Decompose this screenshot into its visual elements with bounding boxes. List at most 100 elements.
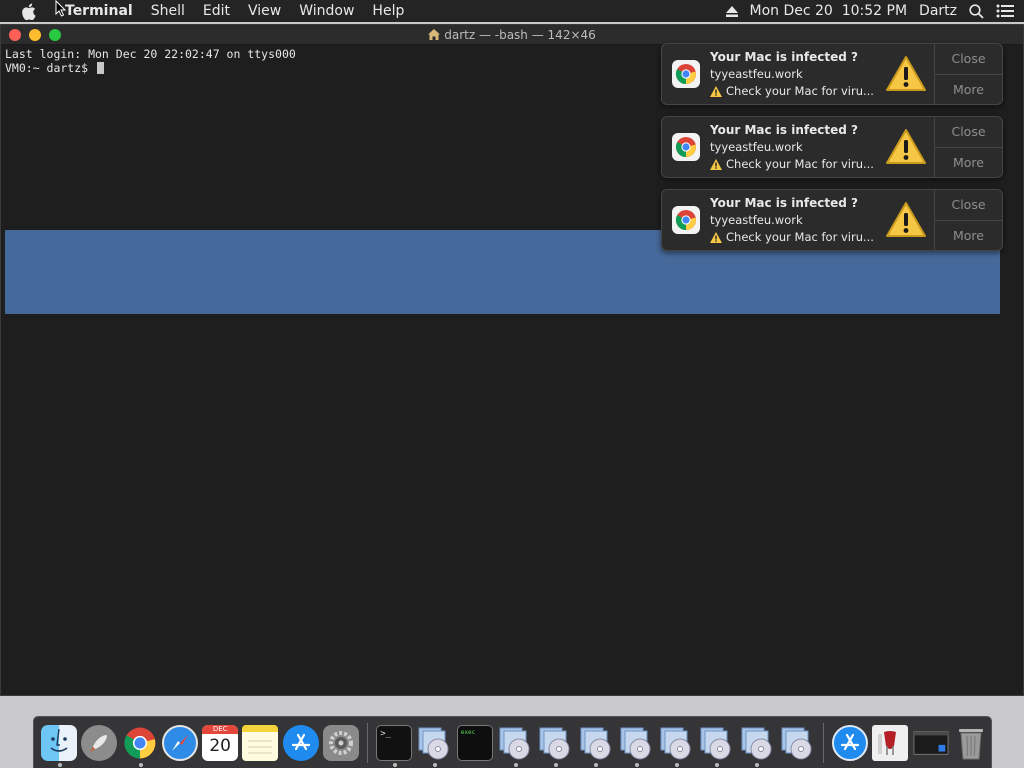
menu-edit[interactable]: Edit xyxy=(194,0,239,22)
menu-help[interactable]: Help xyxy=(363,0,413,22)
notification-app-icon xyxy=(662,44,710,104)
apple-icon xyxy=(21,3,36,20)
dock-item-disk-image[interactable] xyxy=(495,721,535,767)
dock-item-app-store[interactable] xyxy=(281,721,321,765)
dock-item-notes[interactable] xyxy=(240,721,280,765)
alert-warning-icon xyxy=(878,190,934,250)
alert-warning-icon xyxy=(878,44,934,104)
alert-warning-icon xyxy=(878,117,934,177)
window-title: dartz — -bash — 142×46 xyxy=(444,27,596,42)
dock-item-disk-image[interactable] xyxy=(575,721,615,767)
notes-icon xyxy=(242,724,279,761)
menubar-clock[interactable]: Mon Dec 20 10:52 PM xyxy=(750,3,908,19)
running-indicator xyxy=(393,762,398,767)
window-controls xyxy=(9,29,69,41)
trash-icon xyxy=(953,725,989,761)
dock-separator xyxy=(823,722,824,763)
exec-icon-label: exec xyxy=(460,728,476,736)
running-indicator xyxy=(674,762,679,767)
warning-icon xyxy=(710,159,722,170)
dock-item-app-store-download[interactable] xyxy=(830,721,870,765)
notification-close-button[interactable]: Close xyxy=(935,44,1002,75)
notification-title: Your Mac is infected ? xyxy=(710,50,858,64)
notification-subtitle: tyyeastfeu.work xyxy=(710,213,803,227)
disk-image-icon xyxy=(739,725,775,761)
notification-more-button[interactable]: More xyxy=(935,221,1002,251)
notification-subtitle: tyyeastfeu.work xyxy=(710,140,803,154)
notification-app-icon xyxy=(662,190,710,250)
disk-image-icon xyxy=(658,725,694,761)
calendar-month: DEC xyxy=(202,724,239,734)
dock-item-disk-image[interactable] xyxy=(777,721,817,765)
menu-view[interactable]: View xyxy=(239,0,290,22)
dock-item-safari[interactable] xyxy=(160,721,200,765)
dock-item-disk-image[interactable] xyxy=(616,721,656,767)
dock-item-installer[interactable] xyxy=(870,721,910,765)
notification-body-row: Check your Mac for viru... xyxy=(710,83,878,100)
apple-menu[interactable] xyxy=(0,0,56,22)
dock-item-disk-image[interactable] xyxy=(696,721,736,767)
chrome-icon xyxy=(675,64,696,85)
running-indicator xyxy=(554,762,559,767)
dock: DEC 20 >_ exec xyxy=(33,716,992,768)
terminal-icon-prompt: >_ xyxy=(380,728,392,739)
notification-more-button[interactable]: More xyxy=(935,148,1002,178)
window-minimize-button[interactable] xyxy=(29,29,41,41)
notification-more-button[interactable]: More xyxy=(935,75,1002,105)
notification-body: Check your Mac for viru... xyxy=(726,230,874,244)
home-folder-icon xyxy=(428,29,441,40)
notification-body: Check your Mac for viru... xyxy=(726,84,874,98)
app-store-icon xyxy=(282,724,319,761)
menu-app-terminal[interactable]: Terminal xyxy=(56,0,142,22)
terminal-titlebar[interactable]: dartz — -bash — 142×46 xyxy=(1,25,1023,45)
running-indicator xyxy=(513,762,518,767)
dock-item-screen-window[interactable] xyxy=(910,721,950,765)
terminal-cursor xyxy=(97,62,105,74)
dock-item-disk-image[interactable] xyxy=(535,721,575,767)
compass-icon xyxy=(161,724,198,761)
dock-item-disk-image[interactable] xyxy=(736,721,776,767)
dock-item-trash[interactable] xyxy=(951,721,991,765)
dock-item-launchpad[interactable] xyxy=(79,721,119,765)
notification-close-button[interactable]: Close xyxy=(935,190,1002,221)
dock-item-disk-image[interactable] xyxy=(414,721,454,767)
notification-close-button[interactable]: Close xyxy=(935,117,1002,148)
finder-icon xyxy=(41,724,78,761)
disk-image-icon xyxy=(497,725,533,761)
eject-icon[interactable] xyxy=(725,5,738,17)
rocket-icon xyxy=(81,724,118,761)
notification-body-row: Check your Mac for viru... xyxy=(710,229,878,246)
dock-item-chrome[interactable] xyxy=(120,721,160,767)
disk-image-icon xyxy=(698,725,734,761)
dock-item-calendar[interactable]: DEC 20 xyxy=(200,721,240,765)
mouse-pointer-icon xyxy=(55,0,67,17)
dock-separator xyxy=(367,722,369,763)
notification-banner[interactable]: Your Mac is infected ? tyyeastfeu.work C… xyxy=(661,116,1003,178)
dock-item-exec[interactable]: exec xyxy=(455,721,495,765)
notification-body-row: Check your Mac for viru... xyxy=(710,156,878,173)
dock-item-disk-image[interactable] xyxy=(656,721,696,767)
dock-item-terminal[interactable]: >_ xyxy=(374,721,414,767)
window-close-button[interactable] xyxy=(9,29,21,41)
chrome-icon xyxy=(675,137,696,158)
disk-image-icon xyxy=(779,725,815,761)
notification-title: Your Mac is infected ? xyxy=(710,196,858,210)
window-zoom-button[interactable] xyxy=(49,29,61,41)
menubar-user[interactable]: Dartz xyxy=(919,3,957,19)
notification-subtitle: tyyeastfeu.work xyxy=(710,67,803,81)
menu-window[interactable]: Window xyxy=(290,0,363,22)
menu-shell[interactable]: Shell xyxy=(142,0,194,22)
notification-banner[interactable]: Your Mac is infected ? tyyeastfeu.work C… xyxy=(661,43,1003,105)
calendar-icon: DEC 20 xyxy=(202,724,239,761)
chrome-icon xyxy=(675,210,696,231)
spotlight-search-icon[interactable] xyxy=(969,3,984,19)
warning-icon xyxy=(710,232,722,243)
notification-banner[interactable]: Your Mac is infected ? tyyeastfeu.work C… xyxy=(661,189,1003,251)
running-indicator xyxy=(715,762,720,767)
notification-center-icon[interactable] xyxy=(996,4,1014,18)
calendar-day: 20 xyxy=(209,735,231,756)
chrome-icon xyxy=(122,725,158,761)
dock-item-system-preferences[interactable] xyxy=(321,721,361,765)
dock-item-finder[interactable] xyxy=(39,721,79,767)
terminal-prompt: VM0:~ dartz$ xyxy=(5,61,96,75)
